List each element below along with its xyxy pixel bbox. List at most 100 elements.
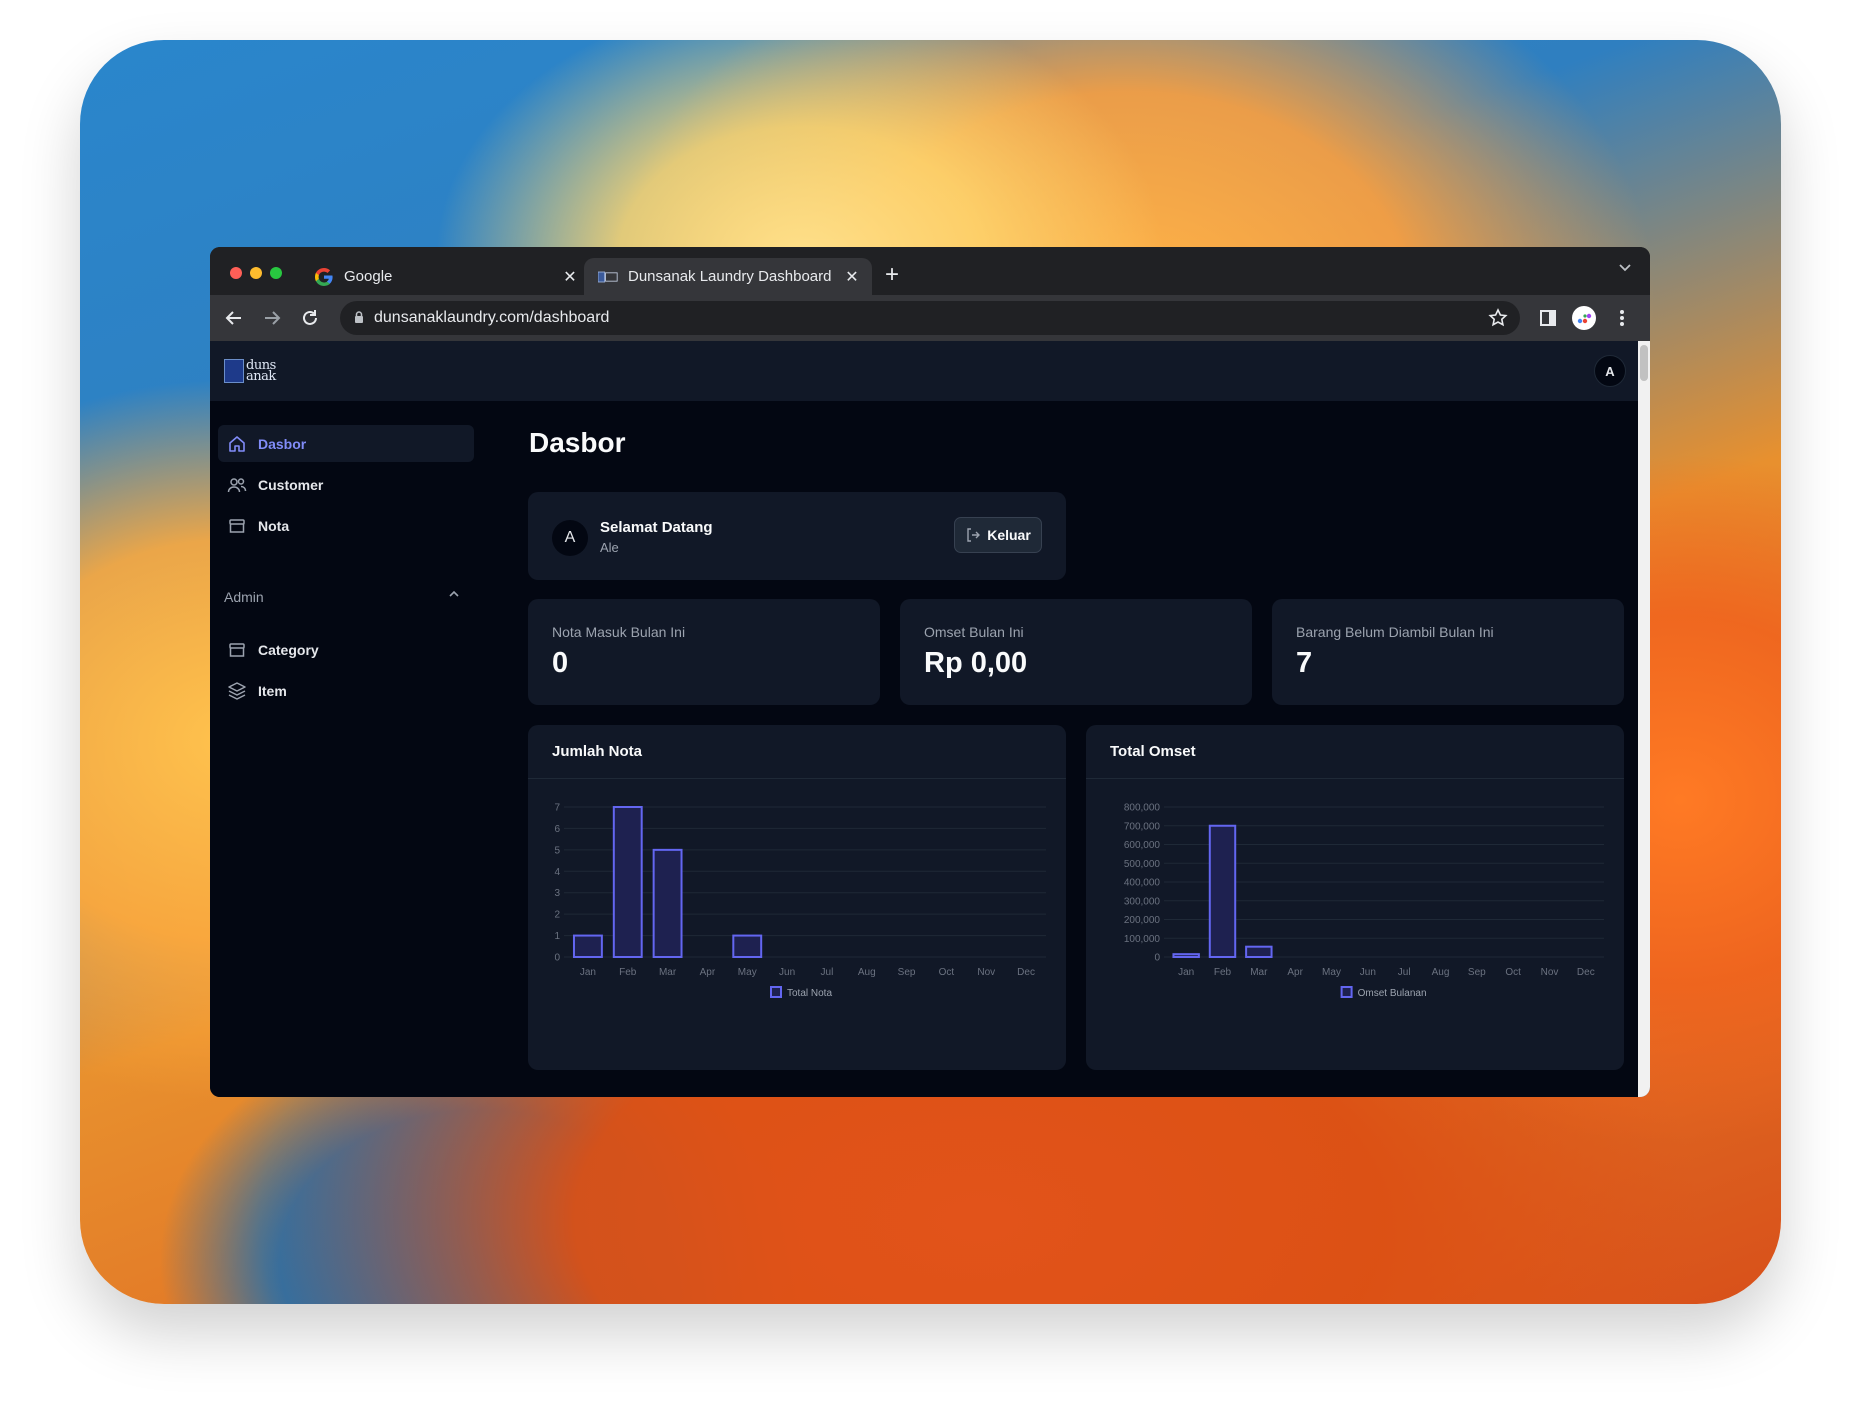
sidebar-item-label: Customer <box>258 476 324 493</box>
y-tick-label: 0 <box>1154 953 1160 964</box>
profile-avatar-icon[interactable] <box>1570 304 1598 332</box>
y-tick-label: 3 <box>554 888 560 899</box>
chevron-up-icon[interactable] <box>447 587 461 606</box>
page-scrollbar[interactable] <box>1638 341 1650 1097</box>
maximize-window-button[interactable] <box>270 267 282 279</box>
sidebar-item-customer[interactable]: Customer <box>218 466 474 503</box>
browser-toolbar: dunsanaklaundry.com/dashboard <box>210 295 1650 341</box>
sidebar-item-item[interactable]: Item <box>218 672 474 709</box>
bar <box>1172 953 1200 958</box>
bar <box>1208 824 1237 958</box>
minimize-window-button[interactable] <box>250 267 262 279</box>
bar <box>612 806 643 958</box>
forward-button[interactable] <box>258 304 286 332</box>
page-title: Dasbor <box>529 427 626 458</box>
x-tick-label: May <box>1322 967 1341 978</box>
chart-legend: Omset Bulanan <box>1340 986 1427 999</box>
x-tick-label: Feb <box>619 967 637 978</box>
new-tab-button[interactable]: + <box>878 261 906 289</box>
main-content: Dasbor A Selamat Datang Ale Keluar Nota … <box>528 401 1628 1097</box>
close-window-button[interactable] <box>230 267 242 279</box>
stat-card-nota-masuk: Nota Masuk Bulan Ini 0 <box>528 599 880 705</box>
x-tick-label: Apr <box>700 967 716 978</box>
avatar: A <box>552 520 588 556</box>
dunsanak-logo[interactable]: duns anak <box>224 359 276 383</box>
sidebar-item-nota[interactable]: Nota <box>218 507 474 544</box>
home-icon <box>226 433 248 455</box>
archive-icon <box>226 639 248 661</box>
y-tick-label: 100,000 <box>1124 934 1161 945</box>
tab-search-chevron-icon[interactable] <box>1618 259 1632 275</box>
user-name: Ale <box>600 540 619 555</box>
x-tick-label: Aug <box>1432 967 1450 978</box>
web-page: duns anak A Dasbor Customer Nota Admin C… <box>210 341 1638 1097</box>
sidebar-item-label: Item <box>258 682 287 699</box>
stat-label: Barang Belum Diambil Bulan Ini <box>1296 624 1494 640</box>
stat-label: Omset Bulan Ini <box>924 624 1024 640</box>
sidebar-item-dasbor[interactable]: Dasbor <box>218 425 474 462</box>
more-menu-icon[interactable] <box>1608 304 1636 332</box>
scrollbar-thumb[interactable] <box>1640 345 1648 381</box>
tab-google[interactable]: Google ✕ <box>300 258 590 295</box>
side-panel-icon[interactable] <box>1534 304 1562 332</box>
chart-legend: Total Nota <box>770 986 832 999</box>
users-icon <box>226 474 248 496</box>
x-tick-label: Jan <box>1178 967 1194 978</box>
x-tick-label: Dec <box>1017 967 1035 978</box>
stat-card-barang-belum-diambil: Barang Belum Diambil Bulan Ini 7 <box>1272 599 1624 705</box>
x-tick-label: Sep <box>1468 967 1486 978</box>
bar <box>572 934 603 958</box>
x-tick-label: Jun <box>779 967 795 978</box>
stat-value: 7 <box>1296 647 1313 679</box>
x-tick-label: Jul <box>821 967 834 978</box>
y-tick-label: 5 <box>554 845 560 856</box>
legend-label: Omset Bulanan <box>1358 988 1427 999</box>
google-g-icon <box>314 267 334 287</box>
y-tick-label: 200,000 <box>1124 915 1161 926</box>
user-avatar-button[interactable]: A <box>1594 355 1626 387</box>
chart-card-total-omset: Total Omset 0 100,000 200,000 300,000 400,00… <box>1086 725 1624 1070</box>
welcome-title: Selamat Datang <box>600 519 713 536</box>
y-tick-label: 500,000 <box>1124 859 1161 870</box>
bookmark-star-icon[interactable] <box>1488 308 1508 333</box>
y-tick-label: 1 <box>554 931 560 942</box>
close-tab-icon[interactable]: ✕ <box>560 267 580 287</box>
tab-strip: Google ✕ Dunsanak Laundry Dashboard ✕ + <box>210 247 1650 295</box>
x-tick-label: Apr <box>1287 967 1303 978</box>
sidebar: Dasbor Customer Nota Admin Category Item <box>210 401 474 1097</box>
app-header: duns anak A <box>210 341 1638 401</box>
back-button[interactable] <box>220 304 248 332</box>
x-tick-label: Mar <box>1250 967 1268 978</box>
reload-button[interactable] <box>296 304 324 332</box>
layers-icon <box>226 680 248 702</box>
chart-card-jumlah-nota: Jumlah Nota 0 1 2 3 4 5 6 7 Jan Feb Mar Apr May Jun Ju… <box>528 725 1066 1070</box>
y-tick-label: 400,000 <box>1124 878 1161 889</box>
bar <box>652 848 683 958</box>
tab-title: Google <box>344 268 393 285</box>
browser-window: Google ✕ Dunsanak Laundry Dashboard ✕ + <box>210 247 1650 1097</box>
y-tick-label: 6 <box>554 824 560 835</box>
y-tick-label: 800,000 <box>1124 803 1161 814</box>
x-tick-label: Nov <box>977 967 995 978</box>
stat-label: Nota Masuk Bulan Ini <box>552 624 686 640</box>
logout-button[interactable]: Keluar <box>954 517 1042 553</box>
close-tab-icon[interactable]: ✕ <box>842 267 862 287</box>
x-tick-label: Feb <box>1214 967 1232 978</box>
legend-swatch <box>770 986 782 998</box>
logout-label: Keluar <box>987 527 1031 543</box>
address-bar[interactable]: dunsanaklaundry.com/dashboard <box>340 301 1520 335</box>
x-tick-label: Nov <box>1541 967 1559 978</box>
tab-dashboard[interactable]: Dunsanak Laundry Dashboard ✕ <box>584 258 872 295</box>
jumlah-nota-chart: 0 1 2 3 4 5 6 7 Jan Feb Mar Apr May Jun Jul Aug Sep Oct No… <box>554 803 1046 999</box>
url-text: dunsanaklaundry.com/dashboard <box>374 309 610 326</box>
tab-title: Dunsanak Laundry Dashboard <box>628 268 832 285</box>
x-tick-label: Oct <box>939 967 955 978</box>
arrow-left-icon <box>225 311 241 325</box>
y-tick-label: 0 <box>554 953 560 964</box>
sidebar-item-category[interactable]: Category <box>218 631 474 668</box>
y-tick-label: 600,000 <box>1124 840 1161 851</box>
archive-icon <box>226 515 248 537</box>
bar <box>732 934 763 958</box>
y-tick-label: 700,000 <box>1124 821 1161 832</box>
stat-value: Rp 0,00 <box>924 647 1028 679</box>
